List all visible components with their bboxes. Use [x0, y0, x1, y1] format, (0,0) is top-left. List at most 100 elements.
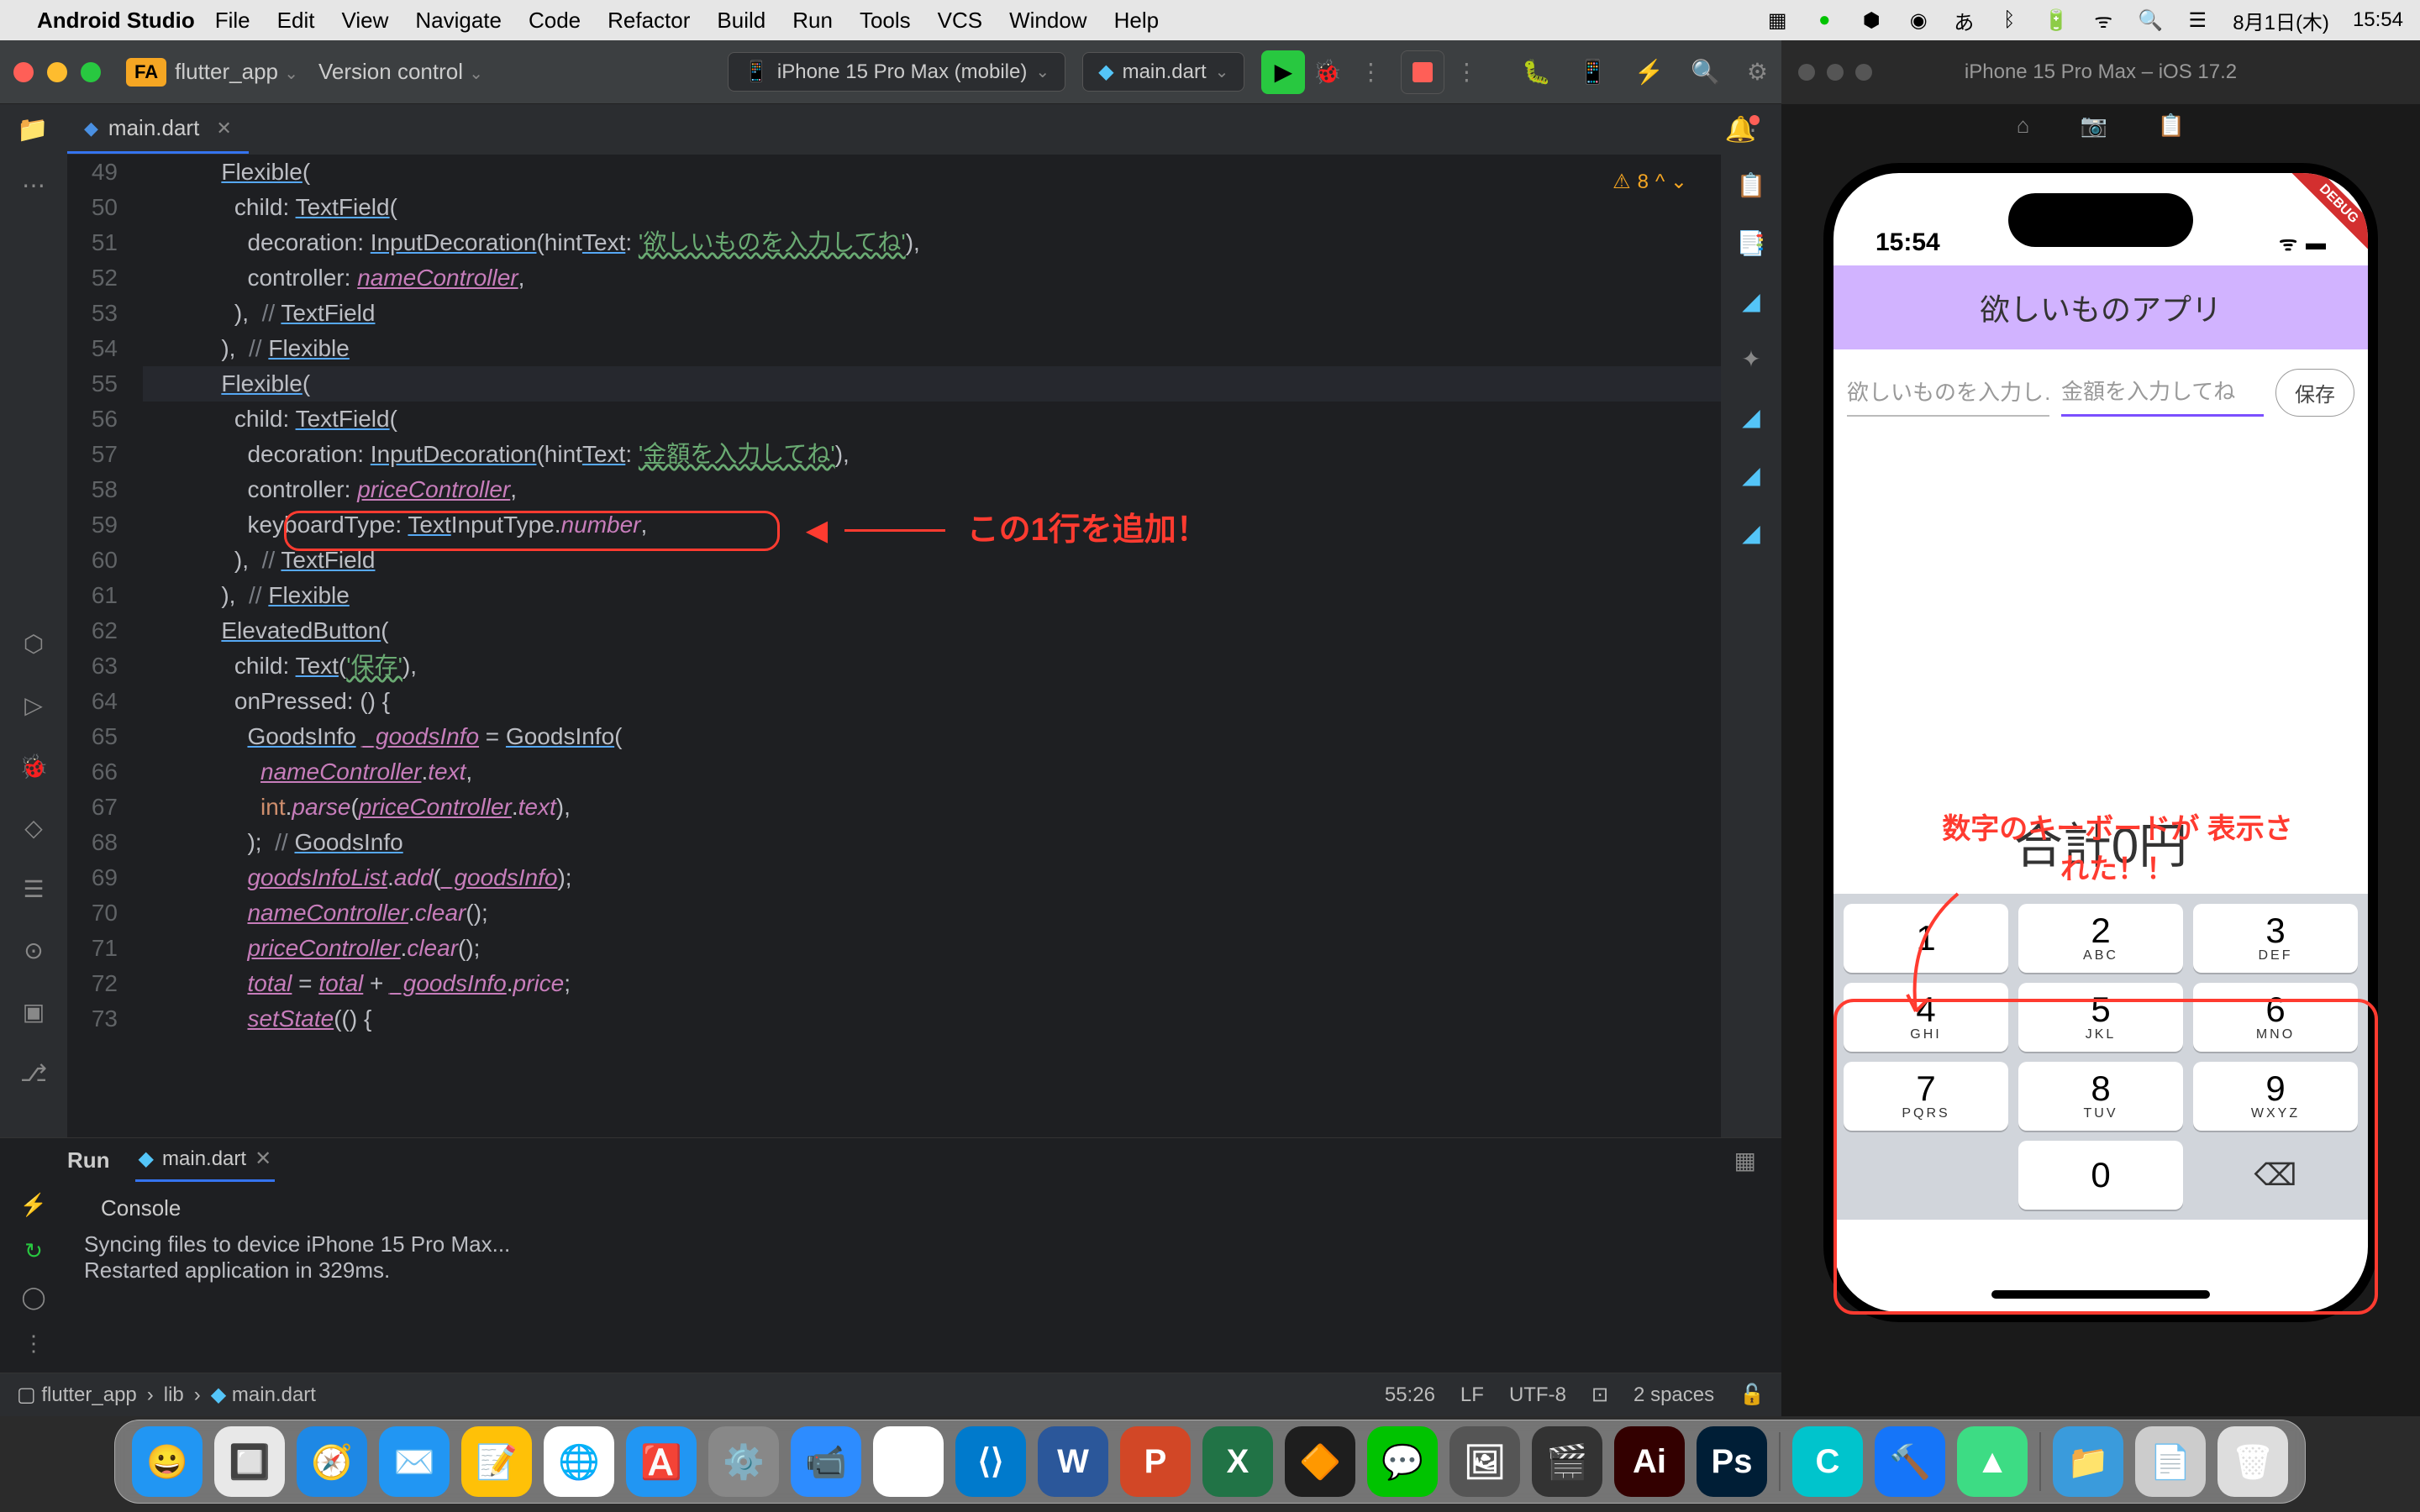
dock-app-finder[interactable]: 😀	[132, 1426, 203, 1497]
dock-app-launchpad[interactable]: 🔲	[214, 1426, 285, 1497]
menu-code[interactable]: Code	[529, 8, 581, 34]
overflow-button[interactable]: ⋮	[1444, 50, 1488, 94]
minimize-window[interactable]	[47, 62, 67, 82]
dock-app-fcpx[interactable]: 🎬	[1532, 1426, 1602, 1497]
encoding[interactable]: UTF-8	[1509, 1383, 1566, 1407]
indent[interactable]: 2 spaces	[1634, 1383, 1714, 1407]
tool-icon[interactable]: ⊙	[24, 937, 43, 964]
more-run-button[interactable]: ⋮	[1349, 50, 1392, 94]
code-line[interactable]: onPressed: () {	[143, 684, 1721, 719]
line-separator[interactable]: LF	[1460, 1383, 1484, 1407]
menu-window[interactable]: Window	[1009, 8, 1086, 34]
code-line[interactable]: ), // Flexible	[143, 331, 1721, 366]
device-selector[interactable]: 📱 iPhone 15 Pro Max (mobile) ⌄	[728, 52, 1065, 92]
close-icon[interactable]: ✕	[255, 1147, 271, 1171]
keypad-key-8[interactable]: 8TUV	[2018, 1062, 2183, 1131]
maximize-window[interactable]	[1855, 64, 1872, 81]
menu-view[interactable]: View	[341, 8, 388, 34]
status-icon[interactable]: ▦	[1765, 8, 1789, 32]
minimize-window[interactable]	[1827, 64, 1844, 81]
code-line[interactable]: GoodsInfo _goodsInfo = GoodsInfo(	[143, 719, 1721, 754]
run-config-selector[interactable]: ◆ main.dart ⌄	[1082, 52, 1244, 92]
stop-button[interactable]	[1401, 50, 1444, 94]
maximize-window[interactable]	[81, 62, 101, 82]
dock-app-preview[interactable]: 🖼	[1449, 1426, 1520, 1497]
dock-app-trash[interactable]: 🗑	[2217, 1426, 2288, 1497]
dock-app-photoshop[interactable]: Ps	[1697, 1426, 1767, 1497]
code-line[interactable]: nameController.clear();	[143, 895, 1721, 931]
dock-app-notes[interactable]: 📝	[461, 1426, 532, 1497]
terminal-icon[interactable]: ▣	[23, 998, 45, 1026]
menu-navigate[interactable]: Navigate	[415, 8, 502, 34]
dock-app-safari[interactable]: 🧭	[297, 1426, 367, 1497]
attach-debugger-icon[interactable]: 🐛	[1522, 58, 1551, 86]
tool-icon[interactable]: ◇	[24, 814, 43, 842]
keypad-key-3[interactable]: 3DEF	[2193, 904, 2358, 973]
copy-icon[interactable]: 📋	[2158, 113, 2185, 139]
dock-app-illustrator[interactable]: Ai	[1614, 1426, 1685, 1497]
code-area[interactable]: ⚠ 8 ^ ⌄ ◀ この1行を追加！ Flexible( child: Text…	[134, 155, 1721, 1137]
code-line[interactable]: decoration: InputDecoration(hintText: '欲…	[143, 225, 1721, 260]
keypad-key-5[interactable]: 5JKL	[2018, 983, 2183, 1052]
project-selector[interactable]: flutter_app ⌄	[175, 59, 298, 85]
code-line[interactable]: child: TextField(	[143, 402, 1721, 437]
code-line[interactable]: Flexible(	[143, 366, 1721, 402]
dock-app-canva[interactable]: C	[1792, 1426, 1863, 1497]
tool-icon[interactable]: ⬡	[24, 630, 44, 658]
control-center-icon[interactable]: ☰	[2186, 8, 2209, 32]
close-tab-icon[interactable]: ✕	[216, 118, 231, 139]
restart-icon[interactable]: ↻	[24, 1238, 43, 1264]
dock-app-androidstudio[interactable]: ▲	[1957, 1426, 2028, 1497]
name-textfield[interactable]: 欲しいものを入力し…	[1847, 367, 2049, 417]
code-line[interactable]: ), // TextField	[143, 296, 1721, 331]
menu-vcs[interactable]: VCS	[938, 8, 982, 34]
code-line[interactable]: nameController.text,	[143, 754, 1721, 790]
layout-icon[interactable]: ▦	[1734, 1147, 1756, 1174]
dock-app-downloads[interactable]: 📁	[2053, 1426, 2123, 1497]
keypad-key-2[interactable]: 2ABC	[2018, 904, 2183, 973]
keypad-key-1[interactable]: 1	[1844, 904, 2008, 973]
code-line[interactable]: total = total + _goodsInfo.price;	[143, 966, 1721, 1001]
wifi-icon[interactable]: ᯤ	[2091, 8, 2115, 32]
run-tool-icon[interactable]: ▷	[24, 691, 43, 719]
dock-app-mail[interactable]: ✉️	[379, 1426, 450, 1497]
dock-app-vscode[interactable]: ⟨⟩	[955, 1426, 1026, 1497]
code-line[interactable]: ), // TextField	[143, 543, 1721, 578]
dock-app-powerpoint[interactable]: P	[1120, 1426, 1191, 1497]
git-icon[interactable]: ⎇	[20, 1059, 47, 1087]
price-textfield[interactable]: 金額を入力してね	[2061, 366, 2264, 417]
stop-icon[interactable]: ◯	[21, 1284, 45, 1310]
run-subtab[interactable]: ◆ main.dart ✕	[135, 1138, 276, 1182]
run-button[interactable]: ▶	[1261, 50, 1305, 94]
ime-indicator[interactable]: あ	[1954, 6, 1974, 35]
console-output[interactable]: Console Syncing files to device iPhone 1…	[67, 1182, 1781, 1403]
dock-app-docs[interactable]: 📄	[2135, 1426, 2206, 1497]
keypad-key-4[interactable]: 4GHI	[1844, 983, 2008, 1052]
menu-tools[interactable]: Tools	[860, 8, 911, 34]
flash-icon[interactable]: ⚡	[1634, 58, 1664, 86]
tool-icon[interactable]: ☰	[23, 875, 44, 903]
menu-help[interactable]: Help	[1114, 8, 1159, 34]
status-icon[interactable]: ◉	[1907, 8, 1930, 32]
menu-run[interactable]: Run	[792, 8, 833, 34]
status-icon[interactable]: ⬢	[1860, 8, 1883, 32]
code-line[interactable]: decoration: InputDecoration(hintText: '金…	[143, 437, 1721, 472]
dock-app-xcode[interactable]: 🔨	[1875, 1426, 1945, 1497]
dock-app-word[interactable]: W	[1038, 1426, 1108, 1497]
search-icon[interactable]: 🔍	[2139, 8, 2162, 32]
debug-button[interactable]: 🐞	[1305, 50, 1349, 94]
code-line[interactable]: ), // Flexible	[143, 578, 1721, 613]
code-line[interactable]: ElevatedButton(	[143, 613, 1721, 648]
code-line[interactable]: int.parse(priceController.text),	[143, 790, 1721, 825]
keypad-key-7[interactable]: 7PQRS	[1844, 1062, 2008, 1131]
keypad-key-9[interactable]: 9WXYZ	[2193, 1062, 2358, 1131]
settings-icon[interactable]: ⚙	[1747, 58, 1768, 86]
dock-app-excel[interactable]: X	[1202, 1426, 1273, 1497]
dock-app-appstore[interactable]: 🅰️	[626, 1426, 697, 1497]
home-icon[interactable]: ⌂	[2017, 113, 2030, 139]
breadcrumb-file[interactable]: ◆ main.dart	[211, 1383, 316, 1407]
device-manager-icon[interactable]: 📱	[1578, 58, 1607, 86]
lock-icon[interactable]: 🔓	[1739, 1383, 1765, 1407]
dock-app-settings[interactable]: ⚙️	[708, 1426, 779, 1497]
line-icon[interactable]: ●	[1812, 8, 1836, 32]
